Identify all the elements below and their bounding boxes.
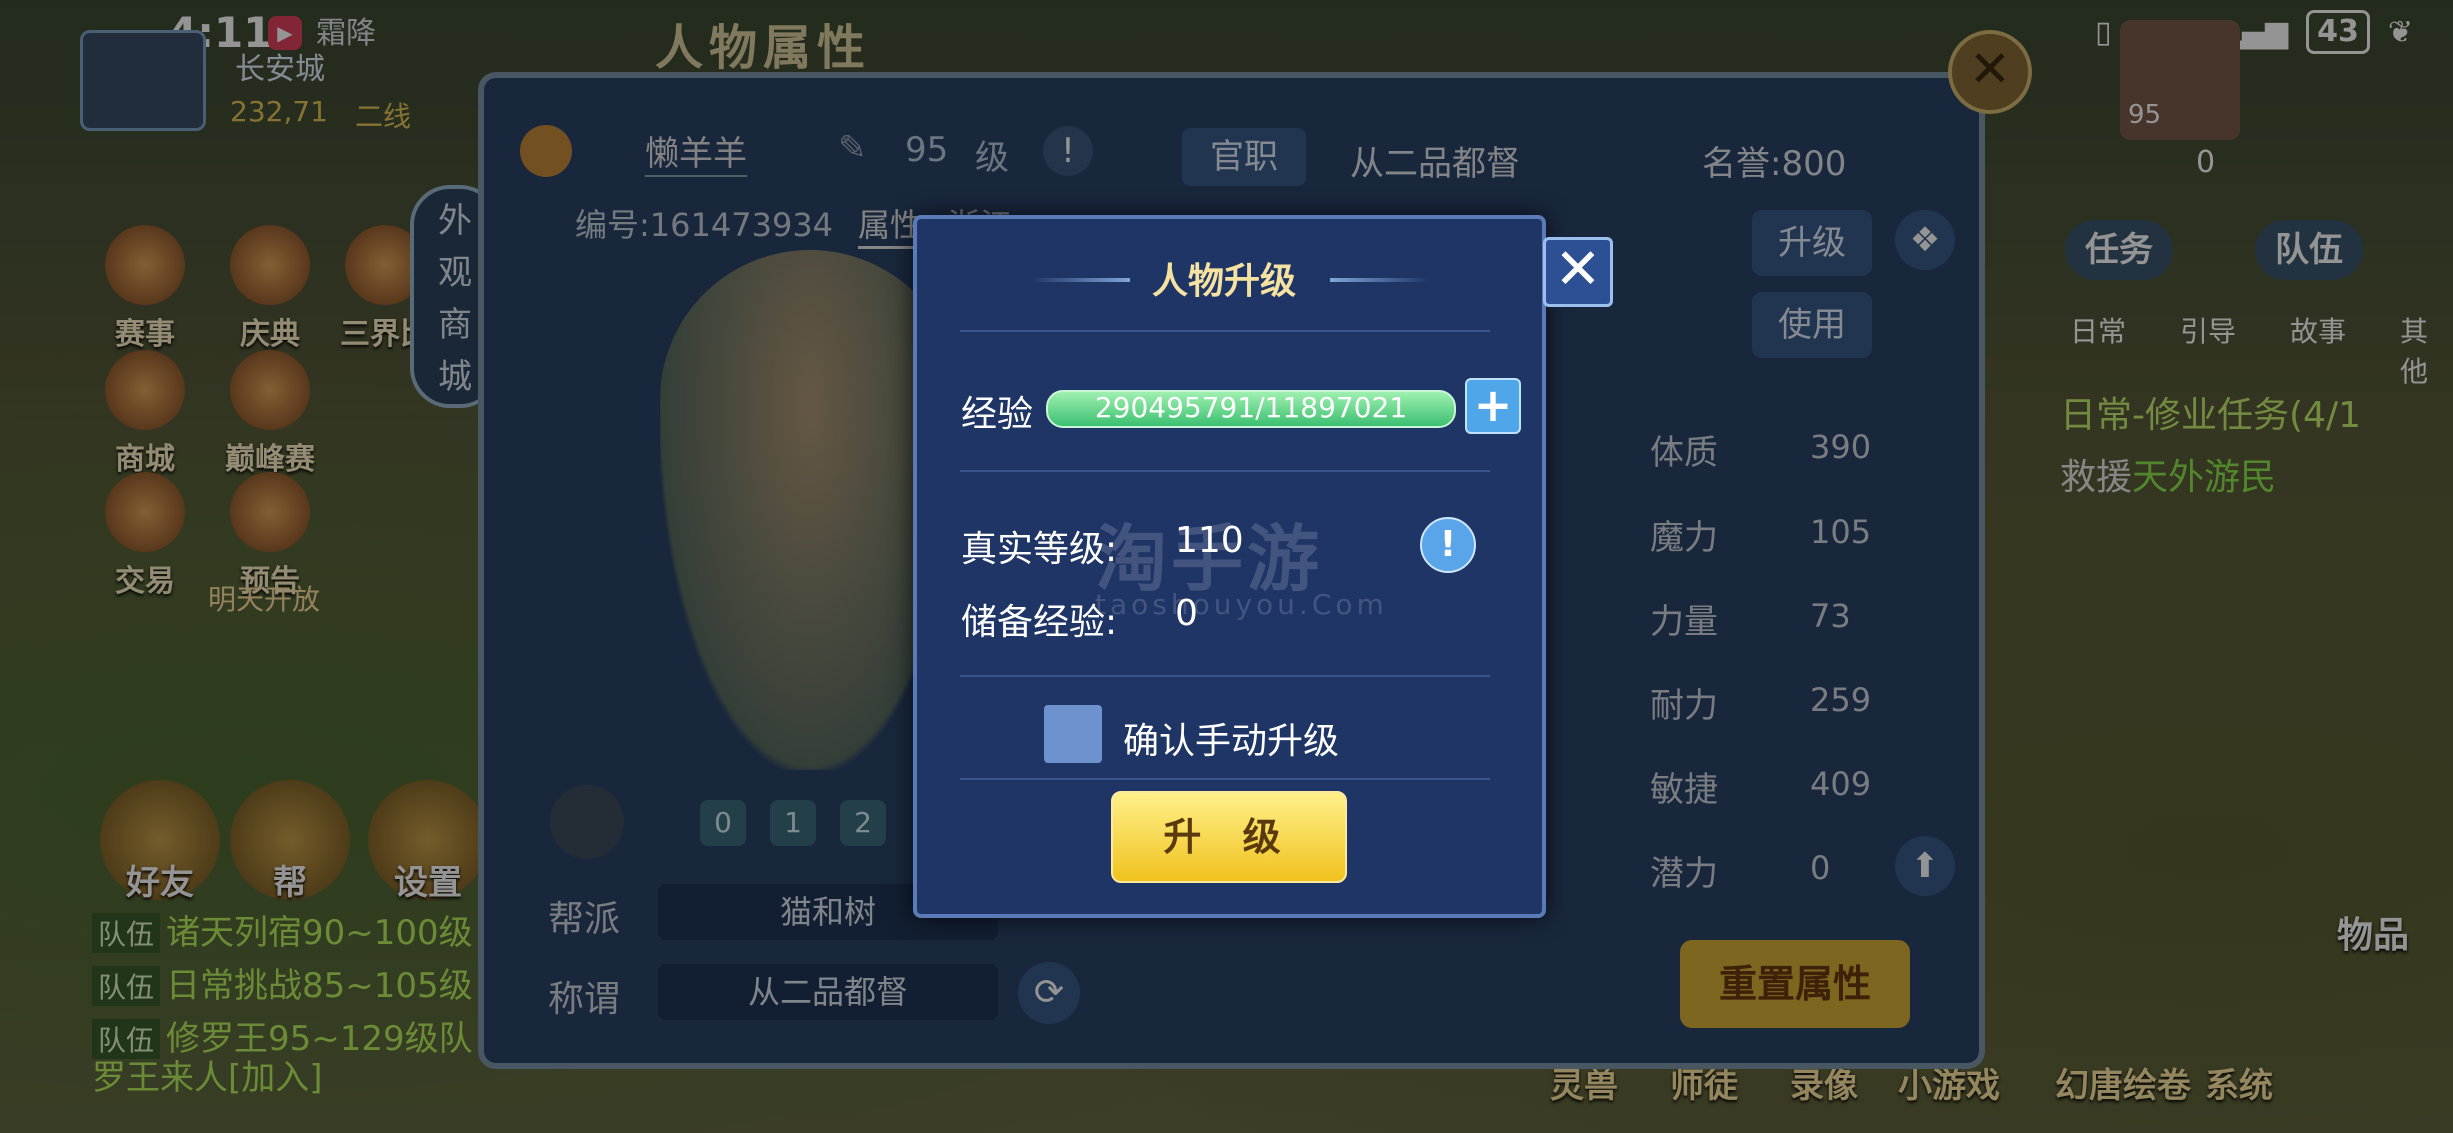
info-icon[interactable]: ! [1420, 517, 1476, 573]
plus-icon: + [1473, 378, 1513, 432]
reserve-exp-label: 储备经验: [961, 602, 1118, 643]
add-exp-button[interactable]: + [1465, 378, 1521, 434]
close-icon: ✕ [1554, 237, 1602, 302]
confirm-manual-upgrade-label[interactable]: 确认手动升级 [1123, 712, 1339, 764]
title-ornament-left [1030, 278, 1130, 282]
divider [960, 470, 1490, 472]
exp-label: 经验 [961, 394, 1034, 435]
divider [960, 778, 1490, 780]
dialog-close-button[interactable]: ✕ [1543, 237, 1613, 307]
real-level-value: 110 [1175, 520, 1244, 561]
watermark-url: taoshouyou.Com [1095, 588, 1388, 621]
title-ornament-right [1330, 278, 1430, 282]
real-level-label: 真实等级: [961, 529, 1118, 570]
reserve-exp-value: 0 [1175, 593, 1198, 634]
divider [960, 330, 1490, 332]
confirm-manual-upgrade-checkbox[interactable] [1044, 705, 1102, 763]
dialog-title: 人物升级 [1152, 261, 1297, 302]
level-up-button[interactable]: 升 级 [1111, 791, 1347, 883]
divider [960, 675, 1490, 677]
exp-value: 290495791/11897021 [1094, 391, 1408, 424]
